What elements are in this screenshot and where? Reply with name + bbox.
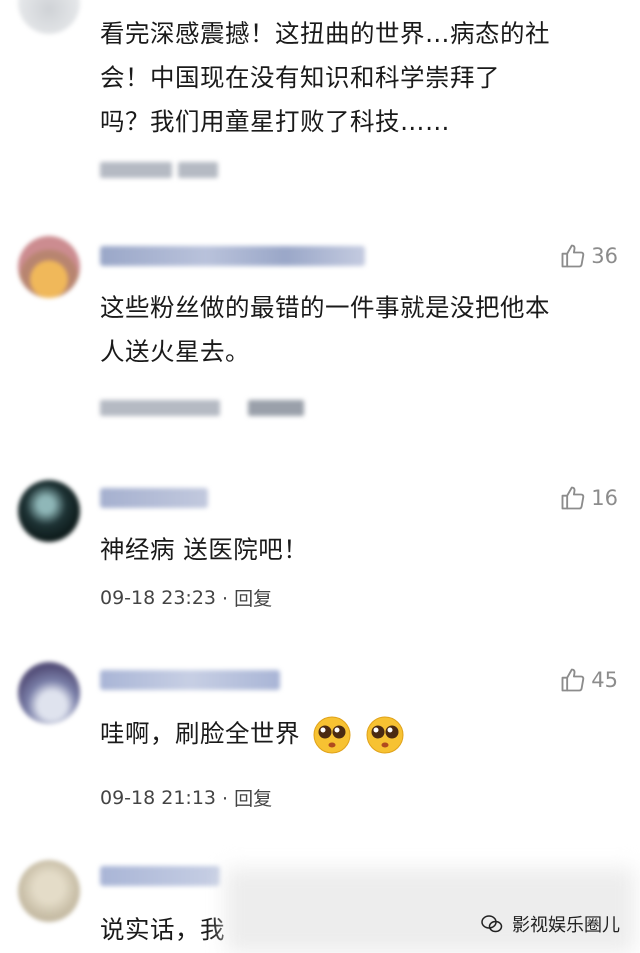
username-blurred[interactable] — [100, 670, 280, 690]
avatar[interactable] — [18, 0, 80, 34]
username-blurred[interactable] — [100, 866, 220, 886]
like-button[interactable]: 36 — [559, 242, 618, 270]
reply-blurred[interactable] — [248, 400, 304, 416]
avatar[interactable] — [18, 236, 80, 298]
comment-time: 09-18 23:23 — [100, 586, 217, 609]
reply-button[interactable]: · 回复 — [222, 784, 272, 811]
comment-time: 09-18 21:13 — [100, 786, 217, 809]
like-count: 45 — [591, 668, 618, 692]
watermark: 影视娱乐圈儿 — [480, 911, 620, 937]
comment-text: 看完深感震撼！这扭曲的世界…病态的社 会！中国现在没有知识和科学崇拜了 吗？我们… — [100, 19, 550, 136]
watermark-label: 影视娱乐圈儿 — [512, 915, 620, 936]
like-button[interactable]: 16 — [559, 484, 618, 512]
avatar[interactable] — [18, 480, 80, 542]
thumbs-up-icon — [561, 668, 585, 692]
comment-text: 神经病 送医院吧！ — [100, 535, 309, 564]
time-blurred — [100, 400, 220, 416]
like-count: 16 — [591, 486, 618, 510]
comment-text: 哇啊，刷脸全世界 — [100, 712, 610, 756]
username-blurred[interactable] — [100, 246, 365, 266]
pleading-face-icon — [366, 716, 404, 754]
username-blurred[interactable] — [100, 488, 208, 508]
comment-text: 这些粉丝做的最错的一件事就是没把他本 人送火星去。 — [100, 293, 550, 366]
like-button[interactable]: 45 — [559, 666, 618, 694]
reply-button[interactable]: · 回复 — [222, 584, 272, 611]
avatar[interactable] — [18, 860, 80, 922]
comment-meta: 09-18 23:23 · 回复 — [100, 584, 272, 611]
comment-meta — [100, 162, 218, 178]
pleading-face-icon — [313, 716, 351, 754]
time-blurred — [100, 162, 172, 178]
comment-meta: 09-18 21:13 · 回复 — [100, 784, 272, 811]
comment-meta — [100, 400, 304, 416]
like-count: 36 — [591, 244, 618, 268]
thumbs-up-icon — [561, 486, 585, 510]
thumbs-up-icon — [561, 244, 585, 268]
reply-blurred[interactable] — [178, 162, 218, 178]
avatar[interactable] — [18, 662, 80, 724]
wechat-icon — [481, 915, 503, 933]
